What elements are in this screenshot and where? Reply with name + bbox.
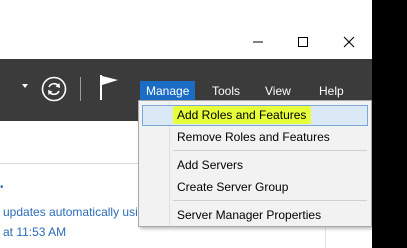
maximize-icon <box>298 37 308 47</box>
menu-view[interactable]: View <box>259 81 297 101</box>
refresh-button[interactable] <box>41 76 67 107</box>
last-checked-text: at 11:53 AM <box>3 225 67 239</box>
menu-item-add-roles-and-features[interactable]: Add Roles and Features <box>173 106 312 124</box>
minimize-button[interactable] <box>244 28 272 56</box>
maximize-button[interactable] <box>289 28 317 56</box>
minimize-icon <box>253 41 263 43</box>
server-manager-window: Manage Tools View Help • updates automat… <box>0 0 372 248</box>
close-button[interactable] <box>335 28 363 56</box>
flag-icon <box>100 75 118 100</box>
menu-manage[interactable]: Manage <box>140 81 196 101</box>
bullet: • <box>0 182 4 193</box>
toolbar-separator <box>80 77 81 101</box>
close-icon <box>343 36 355 48</box>
manage-menu-dropdown: Add Roles and Features Remove Roles and … <box>138 100 372 227</box>
refresh-icon <box>41 76 67 102</box>
update-settings-link[interactable]: updates automatically usi <box>3 205 138 219</box>
menu-tools[interactable]: Tools <box>206 81 246 101</box>
menu-item-remove-roles-and-features[interactable]: Remove Roles and Features <box>177 128 330 146</box>
menu-item-server-manager-properties[interactable]: Server Manager Properties <box>177 206 321 224</box>
menu-item-add-servers[interactable]: Add Servers <box>177 156 243 174</box>
menu-separator <box>173 200 367 201</box>
menu-item-create-server-group[interactable]: Create Server Group <box>177 178 288 196</box>
menu-help[interactable]: Help <box>313 81 350 101</box>
navigation-dropdown-arrow-icon[interactable] <box>22 84 28 88</box>
notifications-flag-button[interactable] <box>98 73 120 106</box>
menu-separator <box>173 150 367 151</box>
title-bar <box>0 0 372 59</box>
